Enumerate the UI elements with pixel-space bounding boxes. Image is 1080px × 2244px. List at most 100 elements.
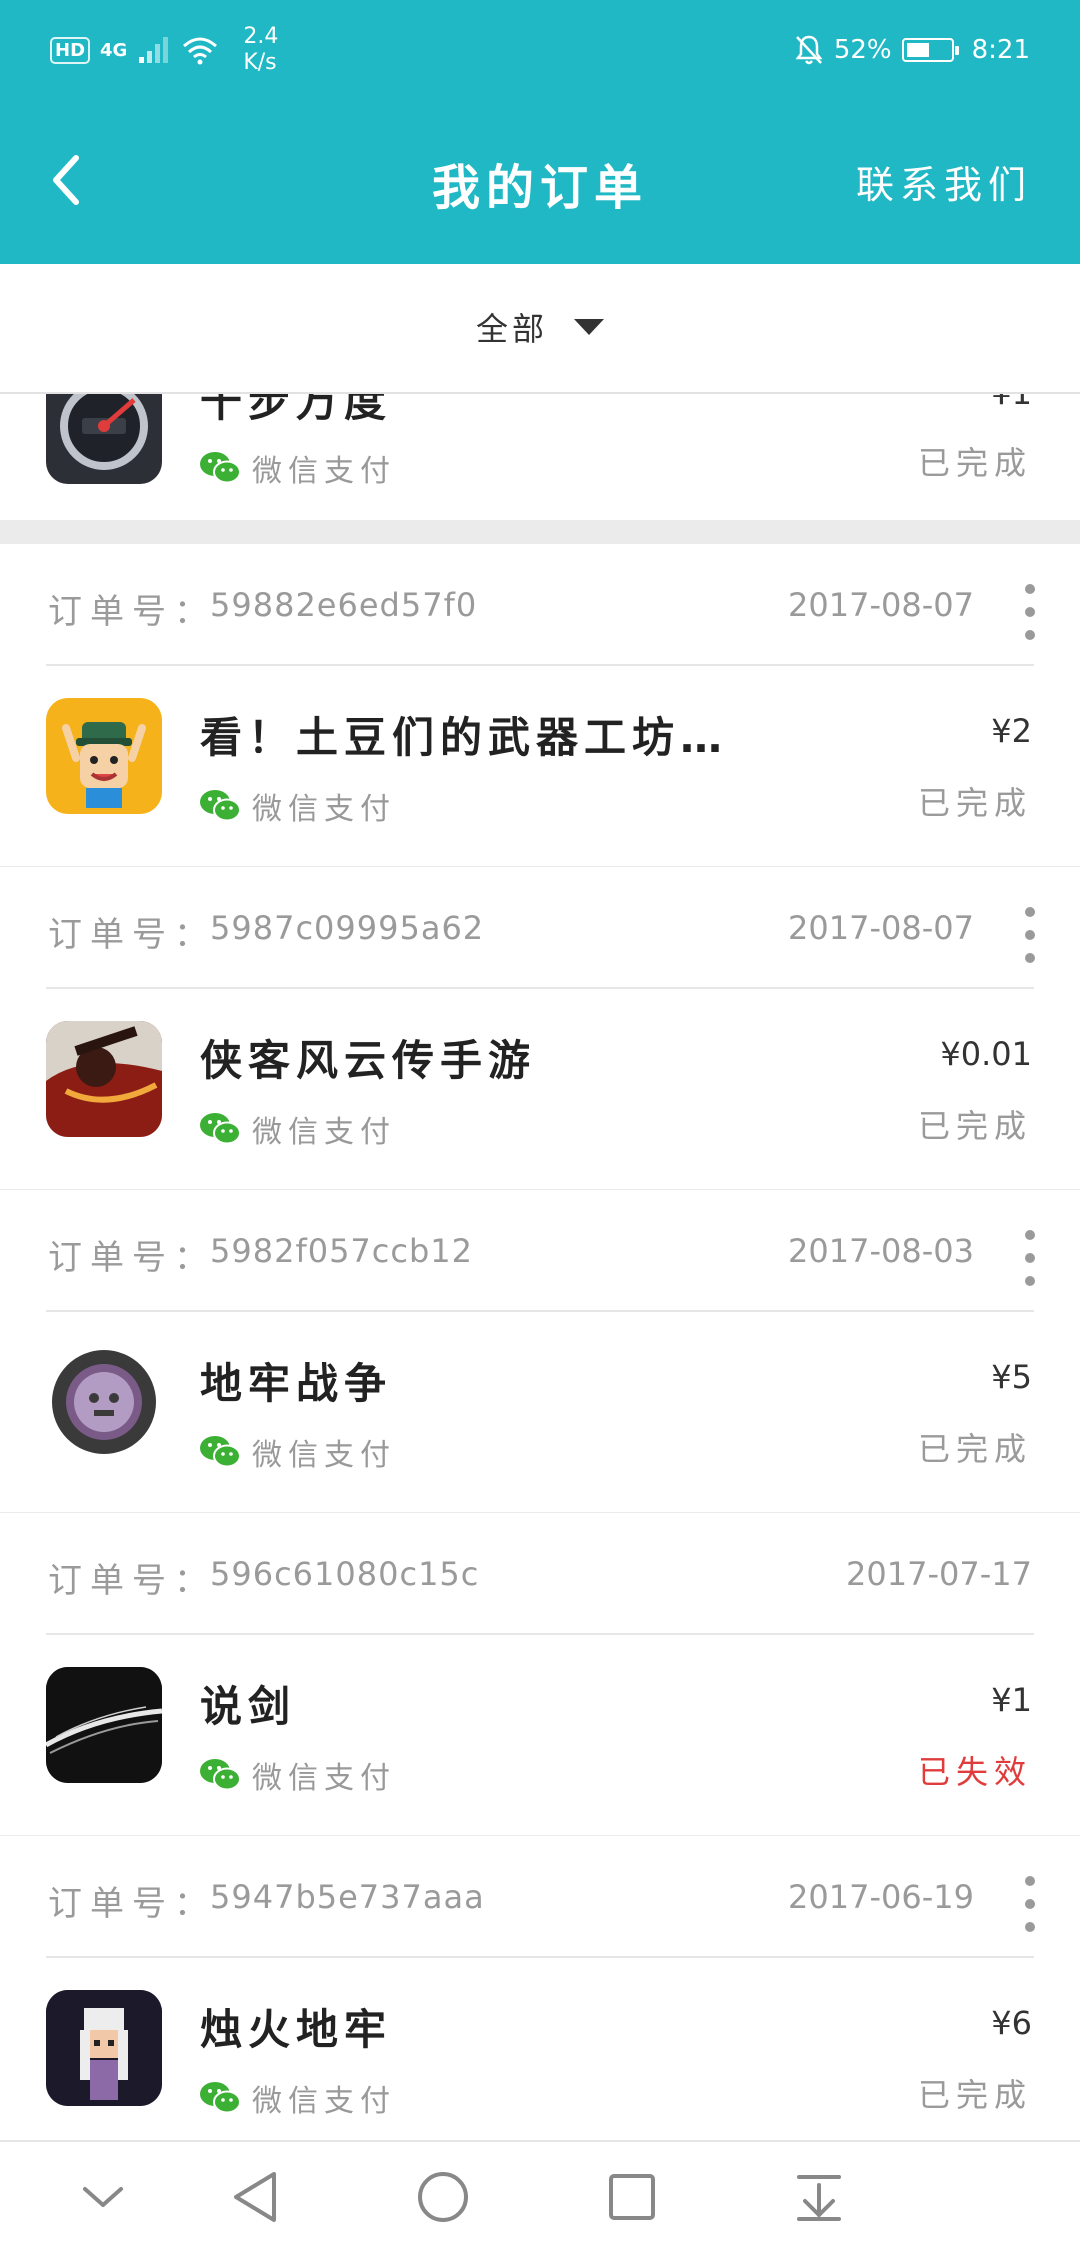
payment-method: 微信支付 bbox=[198, 446, 396, 490]
app-name: 烛火地牢 bbox=[200, 2005, 393, 2054]
order-status: 已完成 bbox=[917, 2076, 1032, 2114]
pixel-hero-icon bbox=[46, 1990, 162, 2106]
caret-down-icon bbox=[574, 319, 604, 335]
app-name: 说剑 bbox=[200, 1682, 297, 1731]
order-status: 已完成 bbox=[917, 444, 1032, 482]
payment-method: 微信支付 bbox=[198, 784, 396, 828]
order-card[interactable]: 订单号： 5987c09995a62 2017-08-07 侠客风云传手游 微信… bbox=[0, 867, 1080, 1189]
nav-recents-button[interactable] bbox=[597, 2162, 667, 2232]
wechat-icon bbox=[200, 452, 241, 484]
app-name: 千步万度 bbox=[200, 394, 393, 426]
nav-back-button[interactable] bbox=[220, 2162, 290, 2232]
filter-bar: 全部 bbox=[0, 264, 1080, 394]
net-speed-unit: K/s bbox=[243, 50, 277, 75]
wifi-icon bbox=[183, 37, 218, 65]
order-number: 59882e6ed57f0 bbox=[210, 586, 478, 624]
payment-method: 微信支付 bbox=[198, 2076, 396, 2120]
price: ¥0.01 bbox=[940, 1035, 1032, 1073]
system-nav-bar bbox=[0, 2140, 1080, 2244]
pull-down-icon bbox=[797, 2175, 841, 2221]
filter-dropdown[interactable]: 全部 bbox=[0, 304, 1080, 350]
back-triangle-icon bbox=[234, 2172, 276, 2222]
home-circle-icon bbox=[418, 2172, 468, 2222]
payment-label: 微信支付 bbox=[252, 1438, 396, 1473]
payment-method: 微信支付 bbox=[198, 1430, 396, 1474]
order-header: 订单号： 5987c09995a62 2017-08-07 bbox=[0, 867, 1080, 989]
order-card[interactable]: 订单号： 5947b5e737aaa 2017-06-19 烛火地牢 微信支付 … bbox=[0, 1836, 1080, 2140]
order-date: 2017-06-19 bbox=[788, 1878, 974, 1916]
order-number-label: 订单号： bbox=[48, 1238, 216, 1278]
price: ¥1 bbox=[991, 1681, 1032, 1719]
contact-us-button[interactable]: 联系我们 bbox=[856, 154, 1032, 209]
bell-muted-icon bbox=[795, 35, 823, 65]
order-date: 2017-08-07 bbox=[788, 586, 974, 624]
order-number-label: 订单号： bbox=[48, 592, 216, 632]
order-number: 596c61080c15c bbox=[210, 1555, 480, 1593]
order-status: 已完成 bbox=[917, 1430, 1032, 1468]
order-card[interactable]: 订单号： 5982f057ccb12 2017-08-03 地牢战争 微信支付 bbox=[0, 1190, 1080, 1512]
wechat-icon bbox=[200, 1436, 241, 1468]
order-header: 订单号： 5982f057ccb12 2017-08-03 bbox=[0, 1190, 1080, 1312]
payment-label: 微信支付 bbox=[252, 1115, 396, 1150]
wechat-icon bbox=[200, 1759, 241, 1791]
signal-icon bbox=[139, 37, 169, 63]
wechat-icon bbox=[200, 1113, 241, 1145]
payment-label: 微信支付 bbox=[252, 454, 396, 489]
wechat-icon bbox=[200, 2082, 241, 2114]
potato-cartoon-icon bbox=[46, 698, 162, 814]
order-number: 5987c09995a62 bbox=[210, 909, 485, 947]
price: ¥5 bbox=[991, 1358, 1032, 1396]
swordsman-icon bbox=[46, 1021, 162, 1137]
price: ¥1 bbox=[991, 394, 1032, 412]
payment-method: 微信支付 bbox=[198, 1107, 396, 1151]
order-card[interactable]: 千步万度 ¥1 微信支付 已完成 bbox=[0, 394, 1080, 520]
order-card[interactable]: 订单号： 596c61080c15c 2017-07-17 说剑 微信支付 ¥1… bbox=[0, 1513, 1080, 1835]
order-number-label: 订单号： bbox=[48, 1884, 216, 1924]
order-date: 2017-08-07 bbox=[788, 909, 974, 947]
ink-sword-icon bbox=[46, 1667, 162, 1783]
clock: 8:21 bbox=[971, 35, 1030, 65]
speedometer-icon bbox=[46, 394, 162, 484]
nav-home-button[interactable] bbox=[408, 2162, 478, 2232]
network-label: 4G bbox=[100, 39, 128, 61]
more-options-button[interactable] bbox=[1018, 1230, 1042, 1286]
dungeon-emblem-icon bbox=[46, 1344, 162, 1460]
battery-percent: 52% bbox=[833, 35, 892, 65]
app-name: 侠客风云传手游 bbox=[200, 1036, 537, 1085]
battery-icon bbox=[901, 38, 959, 62]
more-options-button[interactable] bbox=[1018, 1876, 1042, 1932]
order-card[interactable]: 订单号： 59882e6ed57f0 2017-08-07 看！土豆们的武器工坊… bbox=[0, 544, 1080, 866]
order-header: 订单号： 596c61080c15c 2017-07-17 bbox=[0, 1513, 1080, 1635]
payment-label: 微信支付 bbox=[252, 792, 396, 827]
order-status: 已完成 bbox=[917, 784, 1032, 822]
order-number-label: 订单号： bbox=[48, 915, 216, 955]
order-status: 已完成 bbox=[917, 1107, 1032, 1145]
price: ¥6 bbox=[991, 2004, 1032, 2042]
order-header: 订单号： 59882e6ed57f0 2017-08-07 bbox=[0, 544, 1080, 666]
top-bar: HD 4G 2.4 K/s 52% 8:21 我的订单 联系我们 bbox=[0, 0, 1080, 264]
app-name: 地牢战争 bbox=[200, 1359, 393, 1408]
status-bar: HD 4G 2.4 K/s 52% 8:21 bbox=[0, 0, 1080, 100]
app-name: 看！土豆们的武器工坊… bbox=[200, 713, 729, 762]
order-number: 5947b5e737aaa bbox=[210, 1878, 485, 1916]
payment-label: 微信支付 bbox=[252, 2084, 396, 2119]
collapse-button[interactable] bbox=[68, 2162, 138, 2232]
net-speed-value: 2.4 bbox=[243, 24, 279, 49]
price: ¥2 bbox=[991, 712, 1032, 750]
wechat-icon bbox=[200, 790, 241, 822]
order-number-label: 订单号： bbox=[48, 1561, 216, 1601]
recents-square-icon bbox=[609, 2174, 655, 2220]
order-number: 5982f057ccb12 bbox=[210, 1232, 473, 1270]
notification-pulldown-button[interactable] bbox=[784, 2162, 854, 2232]
hd-badge: HD bbox=[50, 36, 91, 64]
order-status: 已失效 bbox=[917, 1753, 1032, 1791]
payment-label: 微信支付 bbox=[252, 1761, 396, 1796]
order-date: 2017-07-17 bbox=[846, 1555, 1032, 1593]
more-options-button[interactable] bbox=[1018, 907, 1042, 963]
app-bar: 我的订单 联系我们 bbox=[0, 100, 1080, 264]
payment-method: 微信支付 bbox=[198, 1753, 396, 1797]
order-header: 订单号： 5947b5e737aaa 2017-06-19 bbox=[0, 1836, 1080, 1958]
more-options-button[interactable] bbox=[1018, 584, 1042, 640]
filter-label: 全部 bbox=[475, 310, 548, 348]
net-speed: 2.4 K/s bbox=[243, 24, 278, 76]
